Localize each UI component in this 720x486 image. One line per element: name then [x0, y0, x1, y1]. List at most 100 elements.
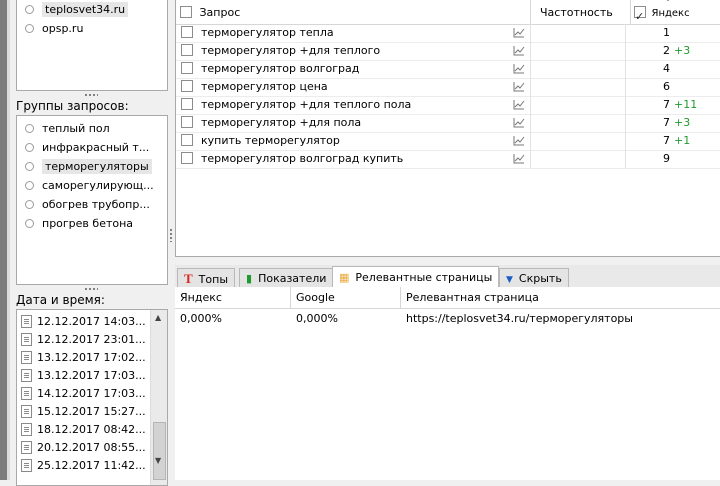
- relevant-pages-table[interactable]: Яндекс Google Релевантная страница 0,000…: [175, 287, 720, 480]
- group-item[interactable]: обогрев трубопр...: [17, 195, 167, 214]
- chevron-down-icon: ▼: [506, 275, 513, 285]
- row-checkbox[interactable]: [181, 44, 193, 56]
- column-header-page[interactable]: Релевантная страница: [401, 287, 720, 309]
- sort-up-icon: ˆ: [666, 0, 670, 8]
- site-item[interactable]: opsp.ru: [17, 19, 167, 38]
- group-item[interactable]: саморегулирующ...: [17, 176, 167, 195]
- radio-icon: [25, 142, 34, 152]
- row-checkbox[interactable]: [181, 98, 193, 110]
- window-edge: [0, 0, 7, 480]
- yandex-checkbox[interactable]: [634, 4, 646, 30]
- date-item[interactable]: 14.12.2017 17:03...: [17, 385, 167, 403]
- radio-icon: [25, 199, 34, 209]
- cell-frequency: [531, 132, 626, 150]
- table-row[interactable]: терморегулятор волгоград 4: [176, 60, 720, 79]
- group-item[interactable]: теплый пол: [17, 119, 167, 138]
- site-item[interactable]: teplosvet34.ru: [17, 0, 167, 19]
- cell-query: терморегулятор цена: [176, 78, 531, 96]
- date-item[interactable]: 25.12.2017 11:42...: [17, 457, 167, 475]
- group-item[interactable]: терморегуляторы: [17, 157, 167, 176]
- document-icon: [21, 440, 32, 454]
- table-row[interactable]: терморегулятор волгоград купить 9: [176, 150, 720, 169]
- column-header-yandex[interactable]: Яндекс: [175, 287, 291, 309]
- table-row[interactable]: терморегулятор +для теплого пола 7 +11: [176, 96, 720, 115]
- chart-icon[interactable]: [513, 99, 525, 110]
- table-row[interactable]: терморегулятор цена 6: [176, 78, 720, 97]
- date-item[interactable]: 12.12.2017 23:01...: [17, 331, 167, 349]
- cell-query: терморегулятор +для пола: [176, 114, 531, 132]
- chart-icon[interactable]: [513, 135, 525, 146]
- cell-frequency: [531, 42, 626, 60]
- date-item[interactable]: 20.12.2017 08:55...: [17, 439, 167, 457]
- cell-yandex-position: 9: [663, 152, 670, 165]
- date-item[interactable]: 18.12.2017 08:42...: [17, 421, 167, 439]
- chart-icon[interactable]: [513, 153, 525, 164]
- cell-page-url[interactable]: https://teplosvet34.ru/терморегуляторы: [401, 309, 720, 329]
- query-table-header: Запрос Частотность Яндекс ˆ: [176, 0, 720, 30]
- cell-yandex-position: 7 +1: [663, 134, 691, 147]
- cell-yandex: 0,000%: [180, 312, 222, 325]
- date-item[interactable]: 13.12.2017 17:02...: [17, 349, 167, 367]
- cell-frequency: [531, 78, 626, 96]
- column-header-frequency[interactable]: Частотность: [531, 0, 631, 24]
- scroll-down-icon[interactable]: ▼: [155, 456, 161, 465]
- group-item[interactable]: прогрев бетона: [17, 214, 167, 233]
- groups-label: Группы запросов:: [16, 99, 129, 113]
- splitter-grip[interactable]: [84, 93, 98, 97]
- column-header-yandex[interactable]: Яндекс ˆ: [626, 0, 720, 30]
- chart-icon[interactable]: [513, 27, 525, 38]
- dates-scrollbar[interactable]: ▲ ▼: [150, 310, 167, 485]
- radio-icon: [25, 4, 34, 14]
- window-edge-inner: [7, 0, 10, 480]
- select-all-checkbox[interactable]: [180, 6, 192, 18]
- date-item[interactable]: 12.12.2017 14:03...: [17, 313, 167, 331]
- radio-icon: [25, 180, 34, 190]
- document-icon: [21, 314, 32, 328]
- splitter-grip[interactable]: [84, 287, 98, 291]
- date-item[interactable]: 13.12.2017 17:03...: [17, 367, 167, 385]
- cell-yandex-position: 6: [663, 80, 670, 93]
- chart-icon[interactable]: [513, 117, 525, 128]
- row-checkbox[interactable]: [181, 80, 193, 92]
- tab-tops[interactable]: T Топы: [177, 268, 235, 288]
- groups-list[interactable]: теплый пол инфракрасный т... терморегуля…: [16, 115, 168, 285]
- vertical-splitter-grip[interactable]: [169, 228, 173, 242]
- column-header-query[interactable]: Запрос: [176, 0, 531, 24]
- scroll-thumb[interactable]: [153, 422, 166, 480]
- table-row[interactable]: терморегулятор тепла 1: [176, 24, 720, 43]
- tab-relevant-pages[interactable]: ▦ Релевантные страницы: [332, 266, 500, 289]
- row-checkbox[interactable]: [181, 134, 193, 146]
- hide-button[interactable]: ▼ Скрыть: [499, 268, 569, 288]
- chart-icon[interactable]: [513, 63, 525, 74]
- cell-query: терморегулятор волгоград: [176, 60, 531, 78]
- page-icon: ▦: [339, 271, 350, 284]
- dates-list[interactable]: 12.12.2017 14:03... 12.12.2017 23:01... …: [16, 309, 168, 486]
- cell-frequency: [531, 96, 626, 114]
- scroll-up-icon[interactable]: ▲: [155, 313, 161, 322]
- row-checkbox[interactable]: [181, 26, 193, 38]
- position-change: +3: [674, 44, 691, 57]
- query-table[interactable]: Запрос Частотность Яндекс ˆ терморегулят…: [175, 0, 720, 257]
- sites-list[interactable]: teplosvet34.ru opsp.ru: [16, 0, 168, 91]
- group-item[interactable]: инфракрасный т...: [17, 138, 167, 157]
- chart-icon[interactable]: [513, 81, 525, 92]
- column-header-google[interactable]: Google: [291, 287, 401, 309]
- cell-frequency: [531, 60, 626, 78]
- document-icon: [21, 332, 32, 346]
- bar-chart-icon: ▮: [246, 272, 253, 285]
- tab-metrics[interactable]: ▮ Показатели: [239, 268, 334, 288]
- radio-icon: [25, 123, 34, 133]
- cell-yandex-position: 7 +11: [663, 98, 698, 111]
- date-item[interactable]: 15.12.2017 15:27...: [17, 403, 167, 421]
- row-checkbox[interactable]: [181, 116, 193, 128]
- table-row[interactable]: терморегулятор +для теплого 2 +3: [176, 42, 720, 61]
- table-row[interactable]: купить терморегулятор 7 +1: [176, 132, 720, 151]
- row-checkbox[interactable]: [181, 152, 193, 164]
- cell-frequency: [531, 24, 626, 42]
- chart-icon[interactable]: [513, 45, 525, 56]
- cell-yandex-position: 7 +3: [663, 116, 691, 129]
- document-icon: [21, 422, 32, 436]
- position-change: +11: [674, 98, 698, 111]
- table-row[interactable]: терморегулятор +для пола 7 +3: [176, 114, 720, 133]
- row-checkbox[interactable]: [181, 62, 193, 74]
